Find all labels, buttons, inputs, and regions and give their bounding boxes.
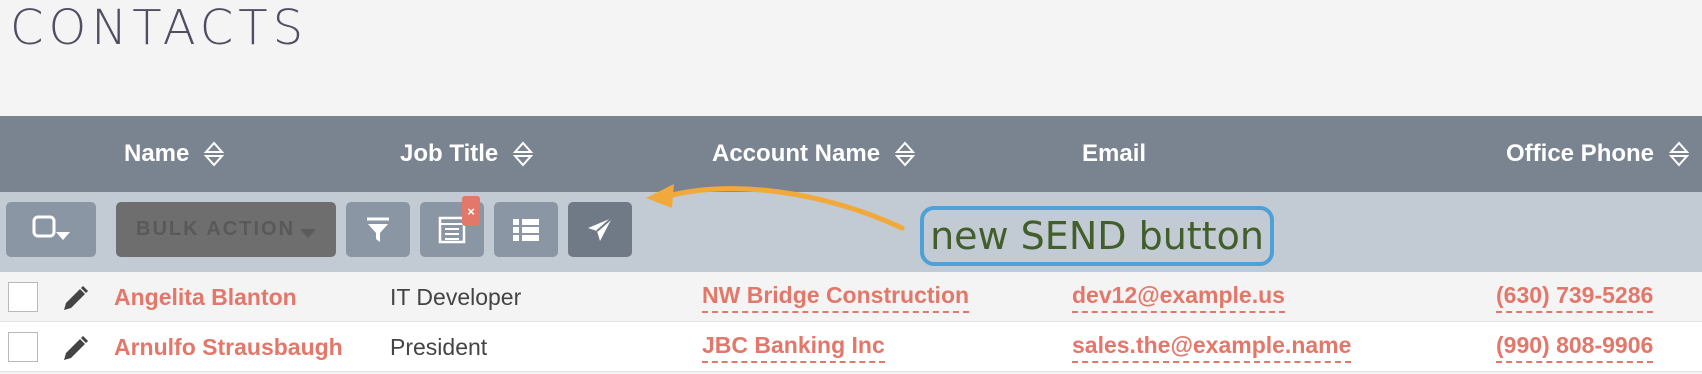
office-phone-link[interactable]: (630) 739-5286 — [1496, 272, 1654, 322]
contact-name-link[interactable]: Angelita Blanton — [114, 272, 297, 322]
account-name-text: NW Bridge Construction — [702, 282, 970, 313]
pencil-icon[interactable] — [60, 334, 90, 364]
table-row: Angelita Blanton IT Developer NW Bridge … — [0, 272, 1702, 322]
row-checkbox[interactable] — [8, 282, 38, 312]
phone-text: (990) 808-9906 — [1496, 332, 1654, 363]
email-text: dev12@example.us — [1072, 282, 1285, 313]
pencil-icon[interactable] — [60, 284, 90, 314]
contact-name-link[interactable]: Arnulfo Strausbaugh — [114, 322, 343, 372]
account-name-text: JBC Banking Inc — [702, 332, 885, 363]
email-link[interactable]: dev12@example.us — [1072, 272, 1285, 322]
job-title-cell: President — [390, 333, 488, 360]
row-checkbox[interactable] — [8, 332, 38, 362]
email-link[interactable]: sales.the@example.name — [1072, 322, 1352, 372]
table-row: Arnulfo Strausbaugh President JBC Bankin… — [0, 322, 1702, 372]
email-text: sales.the@example.name — [1072, 332, 1352, 363]
account-name-link[interactable]: JBC Banking Inc — [702, 322, 885, 372]
office-phone-link[interactable]: (990) 808-9906 — [1496, 322, 1654, 372]
phone-text: (630) 739-5286 — [1496, 282, 1654, 313]
job-title-cell: IT Developer — [390, 283, 522, 310]
account-name-link[interactable]: NW Bridge Construction — [702, 272, 970, 322]
annotation-callout: new SEND button — [920, 206, 1274, 266]
